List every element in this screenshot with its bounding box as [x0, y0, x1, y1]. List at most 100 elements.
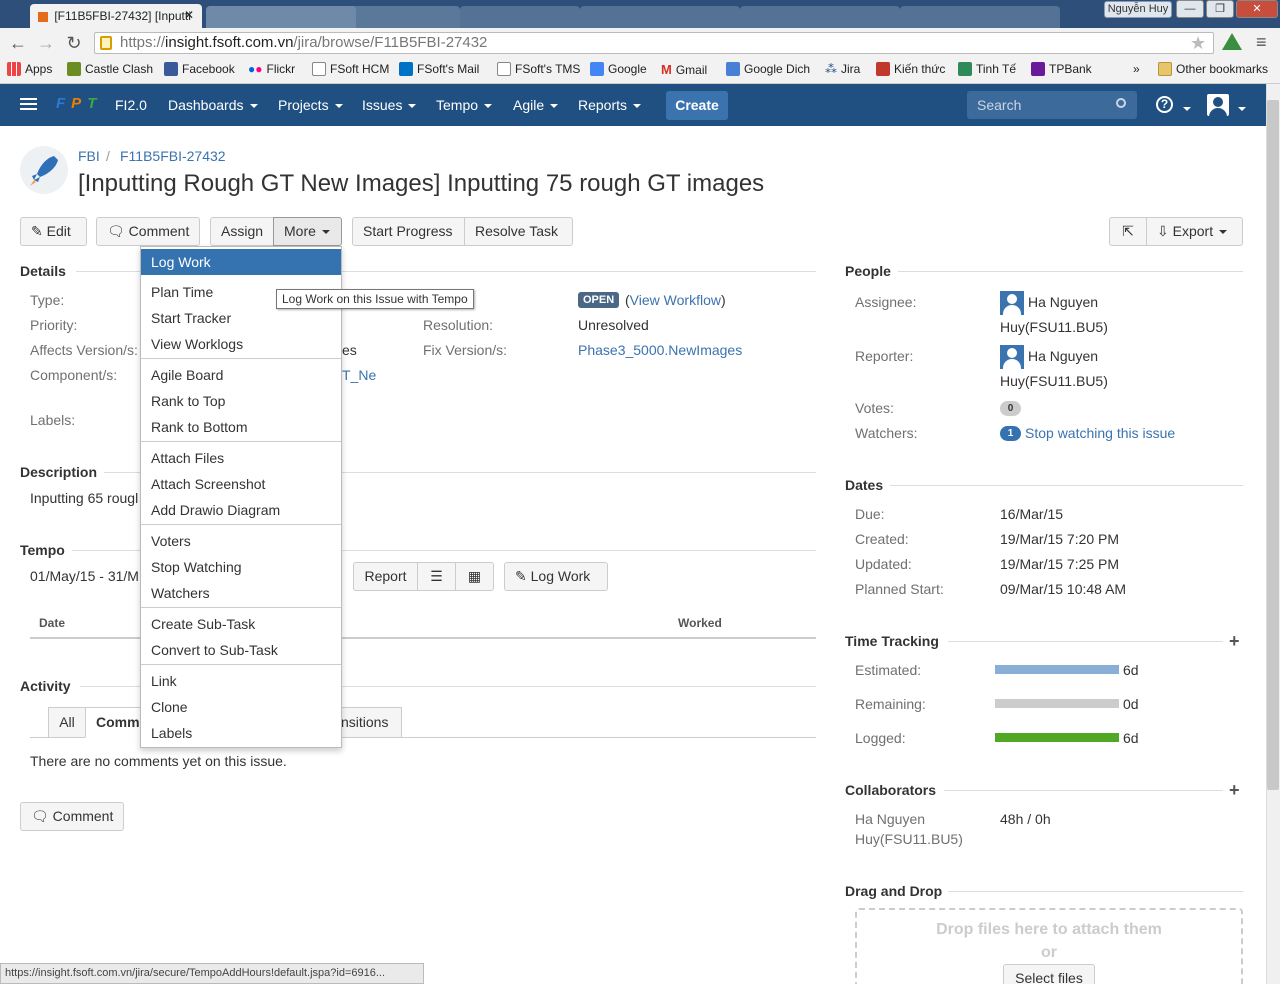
- other-bookmarks[interactable]: Other bookmarks: [1158, 62, 1268, 76]
- bookmark-gmail[interactable]: M Gmail: [661, 62, 707, 77]
- people-heading[interactable]: People: [845, 263, 891, 279]
- bookmark-fsoft-mail[interactable]: FSoft's Mail: [399, 62, 479, 76]
- bookmark-jira[interactable]: ⁂ Jira: [825, 62, 860, 76]
- scrollbar-thumb[interactable]: [1267, 100, 1279, 790]
- browser-user-profile[interactable]: Nguyễn Huy: [1104, 1, 1172, 18]
- forward-arrow-icon[interactable]: →: [36, 34, 56, 52]
- nav-reports[interactable]: Reports: [578, 97, 642, 113]
- bookmark-tinh-te[interactable]: Tinh Tế: [958, 62, 1016, 76]
- menu-item-log-work[interactable]: Log Work: [141, 249, 341, 275]
- components-value[interactable]: T_Ne: [342, 367, 376, 383]
- dates-heading[interactable]: Dates: [845, 477, 883, 493]
- issue-summary[interactable]: [Inputting Rough GT New Images] Inputtin…: [78, 170, 764, 198]
- edit-button[interactable]: ✎ Edit: [20, 217, 87, 246]
- nav-dashboards[interactable]: Dashboards: [168, 97, 258, 113]
- tab-comments[interactable]: Comm: [85, 707, 145, 738]
- tempo-report-button[interactable]: Report: [353, 562, 418, 591]
- breadcrumb-project[interactable]: FBI: [78, 148, 100, 164]
- description-text[interactable]: Inputting 65 rougl: [30, 490, 138, 506]
- bookmark-kien-thuc[interactable]: Kiến thức: [876, 62, 945, 76]
- bookmark-google[interactable]: Google: [590, 62, 647, 76]
- menu-item-rank-to-bottom[interactable]: Rank to Bottom: [141, 414, 341, 440]
- breadcrumb-issue-key[interactable]: F11B5FBI-27432: [120, 148, 226, 164]
- assignee-avatar[interactable]: [1000, 291, 1024, 315]
- grid-view-icon[interactable]: ▦: [455, 562, 494, 591]
- bookmark-facebook[interactable]: Facebook: [164, 62, 235, 76]
- start-progress-button[interactable]: Start Progress: [352, 217, 465, 246]
- reporter-name-line1[interactable]: Ha Nguyen: [1028, 348, 1098, 364]
- menu-item-stop-watching[interactable]: Stop Watching: [141, 554, 341, 580]
- app-switcher-icon[interactable]: [20, 98, 37, 100]
- comment-button[interactable]: 🗨 Comment: [96, 217, 200, 246]
- select-files-button[interactable]: Select files: [1003, 964, 1095, 984]
- url-text[interactable]: https://insight.fsoft.com.vn/jira/browse…: [120, 34, 487, 51]
- share-icon[interactable]: ⇱: [1109, 217, 1147, 246]
- browser-tab-inactive[interactable]: [580, 6, 740, 28]
- browser-tab-inactive[interactable]: [900, 6, 1060, 28]
- tempo-heading[interactable]: Tempo: [20, 542, 65, 558]
- stop-watching-link[interactable]: Stop watching this issue: [1025, 425, 1175, 441]
- minimize-icon[interactable]: —: [1176, 0, 1204, 18]
- menu-item-convert-to-sub-task[interactable]: Convert to Sub-Task: [141, 637, 341, 663]
- menu-item-rank-to-top[interactable]: Rank to Top: [141, 388, 341, 414]
- menu-item-agile-board[interactable]: Agile Board: [141, 362, 341, 388]
- browser-tab-inactive[interactable]: [460, 6, 580, 28]
- lock-warning-icon[interactable]: [100, 36, 112, 50]
- nav-tempo[interactable]: Tempo: [436, 97, 493, 113]
- menu-item-add-drawio-diagram[interactable]: Add Drawio Diagram: [141, 497, 341, 523]
- menu-item-attach-files[interactable]: Attach Files: [141, 445, 341, 471]
- maximize-icon[interactable]: ❐: [1206, 0, 1234, 18]
- add-plus-icon[interactable]: +: [1229, 780, 1240, 801]
- help-icon[interactable]: ?: [1156, 96, 1173, 113]
- resolve-task-button[interactable]: Resolve Task: [464, 217, 573, 246]
- bookmark-google-dich[interactable]: Google Dich: [726, 62, 810, 76]
- browser-tab-inactive[interactable]: [740, 6, 900, 28]
- menu-item-watchers[interactable]: Watchers: [141, 580, 341, 606]
- back-arrow-icon[interactable]: ←: [8, 34, 28, 52]
- browser-tab-inactive[interactable]: [330, 6, 460, 28]
- project-name[interactable]: FI2.0: [115, 97, 147, 113]
- user-avatar[interactable]: [1207, 94, 1229, 116]
- tab-close-icon[interactable]: ✕: [184, 8, 194, 22]
- nav-agile[interactable]: Agile: [513, 97, 559, 113]
- bookmark-apps[interactable]: Apps: [7, 62, 52, 76]
- tempo-period[interactable]: 01/May/15 - 31/M: [30, 568, 139, 584]
- drag-drop-heading[interactable]: Drag and Drop: [845, 883, 942, 899]
- menu-item-attach-screenshot[interactable]: Attach Screenshot: [141, 471, 341, 497]
- bookmark-castle-clash[interactable]: Castle Clash: [67, 62, 153, 76]
- watchers-count-badge[interactable]: 1: [1000, 426, 1021, 441]
- bookmark-fsoft-hcm[interactable]: FSoft HCM: [312, 62, 389, 76]
- fpt-logo[interactable]: FPT: [56, 95, 104, 115]
- reload-icon[interactable]: ↻: [64, 34, 84, 52]
- activity-heading[interactable]: Activity: [20, 678, 71, 694]
- affects-version-value[interactable]: es: [342, 342, 357, 358]
- search-input[interactable]: Search: [967, 91, 1137, 119]
- browser-tab-active[interactable]: [F11B5FBI-27432] [Inputti ✕: [30, 4, 202, 28]
- description-heading[interactable]: Description: [20, 464, 97, 480]
- nav-projects[interactable]: Projects: [278, 97, 343, 113]
- bookmark-flickr[interactable]: ●● Flickr: [248, 62, 295, 76]
- votes-count-badge[interactable]: 0: [1000, 401, 1021, 416]
- export-button[interactable]: ⇩ Export: [1146, 217, 1243, 246]
- collaborators-heading[interactable]: Collaborators: [845, 782, 936, 798]
- bookmark-fsoft-tms[interactable]: FSoft's TMS: [497, 62, 580, 76]
- assignee-name-line2[interactable]: Huy(FSU11.BU5): [1000, 319, 1108, 335]
- add-comment-button[interactable]: 🗨 Comment: [20, 802, 124, 831]
- reporter-avatar[interactable]: [1000, 345, 1024, 369]
- list-view-icon[interactable]: ☰: [417, 562, 456, 591]
- menu-item-voters[interactable]: Voters: [141, 528, 341, 554]
- view-workflow-link[interactable]: (View Workflow): [625, 292, 726, 308]
- google-drive-icon[interactable]: [1222, 33, 1242, 50]
- assignee-name-line1[interactable]: Ha Nguyen: [1028, 294, 1098, 310]
- fix-version-value[interactable]: Phase3_5000.NewImages: [578, 342, 742, 358]
- nav-issues[interactable]: Issues: [362, 97, 417, 113]
- more-bookmarks-chevron[interactable]: »: [1133, 62, 1140, 76]
- search-icon[interactable]: [1116, 98, 1126, 108]
- tempo-log-work-button[interactable]: ✎ Log Work: [504, 562, 608, 591]
- menu-item-labels[interactable]: Labels: [141, 720, 341, 746]
- menu-item-create-sub-task[interactable]: Create Sub-Task: [141, 611, 341, 637]
- tab-all[interactable]: All: [48, 707, 86, 738]
- project-avatar[interactable]: [20, 146, 68, 194]
- create-issue-button[interactable]: Create: [666, 91, 728, 120]
- bookmark-star-icon[interactable]: ★: [1190, 33, 1206, 54]
